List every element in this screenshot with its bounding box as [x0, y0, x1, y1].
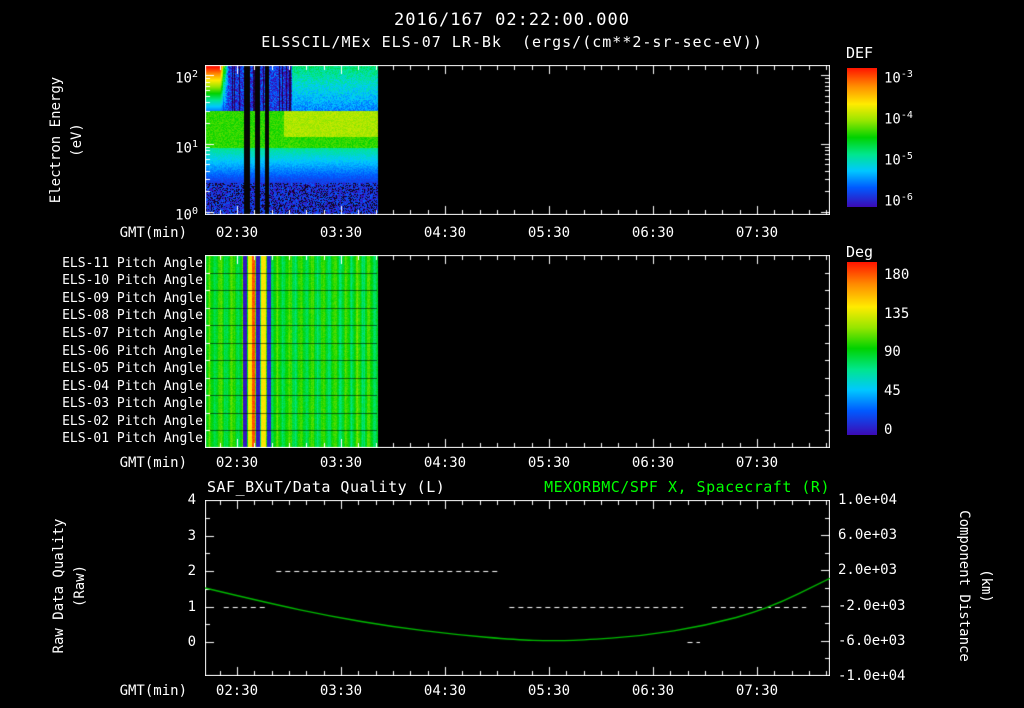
time-tick-label: 03:30	[319, 225, 363, 241]
time-tick-label: 07:30	[735, 455, 779, 471]
pitch-row-label: ELS-09 Pitch Angle	[62, 291, 203, 306]
deg-cbtick-90: 90	[884, 344, 901, 360]
pitch-angle-canvas	[205, 255, 830, 448]
pitch-row-label: ELS-10 Pitch Angle	[62, 273, 203, 288]
page-title: 2016/167 02:22:00.000	[394, 10, 630, 30]
pitch-row-label: ELS-05 Pitch Angle	[62, 361, 203, 376]
time-tick-label: 02:30	[215, 455, 259, 471]
time-tick-label: 05:30	[527, 683, 571, 699]
time-tick-label: 02:30	[215, 225, 259, 241]
pitch-row-label: ELS-04 Pitch Angle	[62, 379, 203, 394]
time-tick-label: 04:30	[423, 225, 467, 241]
distance-ytick: 2.0e+03	[838, 562, 898, 578]
time-tick-label: 03:30	[319, 683, 363, 699]
distance-axis-units: (km)	[978, 569, 994, 603]
quality-distance-canvas	[205, 500, 830, 676]
pitch-row-label: ELS-07 Pitch Angle	[62, 326, 203, 341]
quality-ytick-3: 3	[187, 528, 196, 544]
pitch-row-label: ELS-06 Pitch Angle	[62, 344, 203, 359]
quality-panel-title-right: MEXORBMC/SPF X, Spacecraft (R)	[544, 478, 830, 496]
time-tick-label: 04:30	[423, 683, 467, 699]
deg-cbtick-135: 135	[884, 306, 910, 322]
time-tick-label: 07:30	[735, 225, 779, 241]
energy-ytick-100ev: 102	[175, 69, 198, 87]
quality-panel-title-left: SAF_BXuT/Data Quality (L)	[207, 478, 446, 496]
time-tick-label: 05:30	[527, 225, 571, 241]
distance-ytick: -1.0e+04	[838, 668, 906, 684]
time-tick-label: 03:30	[319, 455, 363, 471]
def-cbtick-1e-4: 10-4	[884, 110, 913, 128]
quality-axis-label: Raw Data Quality (Raw)	[51, 518, 88, 654]
deg-colorbar-title: Deg	[846, 243, 874, 261]
deg-cbtick-0: 0	[884, 422, 893, 438]
pitch-row-label: ELS-03 Pitch Angle	[62, 396, 203, 411]
energy-ytick-1ev: 100	[175, 206, 198, 224]
pitch-row-label: ELS-02 Pitch Angle	[62, 414, 203, 429]
time-tick-label: 06:30	[631, 683, 675, 699]
distance-ytick: 1.0e+04	[838, 492, 898, 508]
deg-cbtick-45: 45	[884, 383, 901, 399]
gmt-axis-label-2: GMT(min)	[119, 455, 187, 471]
energy-axis-label: Electron Energy (eV)	[48, 76, 85, 204]
time-tick-label: 04:30	[423, 455, 467, 471]
pitch-row-label: ELS-08 Pitch Angle	[62, 308, 203, 323]
energy-ytick-10ev: 101	[175, 139, 198, 157]
def-colorbar-title: DEF	[846, 44, 874, 62]
cdaweb-plot-page: 2016/167 02:22:00.000 ELSSCIL/MEx ELS-07…	[0, 0, 1024, 708]
deg-cbtick-180: 180	[884, 267, 910, 283]
time-tick-label: 02:30	[215, 683, 259, 699]
energy-spectrogram-canvas	[205, 65, 830, 215]
def-cbtick-1e-5: 10-5	[884, 151, 913, 169]
def-cbtick-1e-6: 10-6	[884, 192, 913, 210]
quality-ytick-0: 0	[187, 634, 196, 650]
def-colorbar	[847, 68, 877, 207]
distance-ytick: -2.0e+03	[838, 598, 906, 614]
quality-ytick-1: 1	[187, 599, 196, 615]
gmt-axis-label-1: GMT(min)	[119, 225, 187, 241]
time-tick-label: 07:30	[735, 683, 779, 699]
def-cbtick-1e-3: 10-3	[884, 69, 913, 87]
time-tick-label: 06:30	[631, 455, 675, 471]
time-tick-label: 06:30	[631, 225, 675, 241]
distance-axis-label: Component Distance	[956, 510, 972, 662]
pitch-row-label: ELS-01 Pitch Angle	[62, 431, 203, 446]
pitch-row-label: ELS-11 Pitch Angle	[62, 256, 203, 271]
gmt-axis-label-3: GMT(min)	[119, 683, 187, 699]
quality-ytick-4: 4	[187, 492, 196, 508]
quality-ytick-2: 2	[187, 563, 196, 579]
time-tick-label: 05:30	[527, 455, 571, 471]
distance-ytick: 6.0e+03	[838, 527, 898, 543]
deg-colorbar	[847, 262, 877, 435]
distance-ytick: -6.0e+03	[838, 633, 906, 649]
